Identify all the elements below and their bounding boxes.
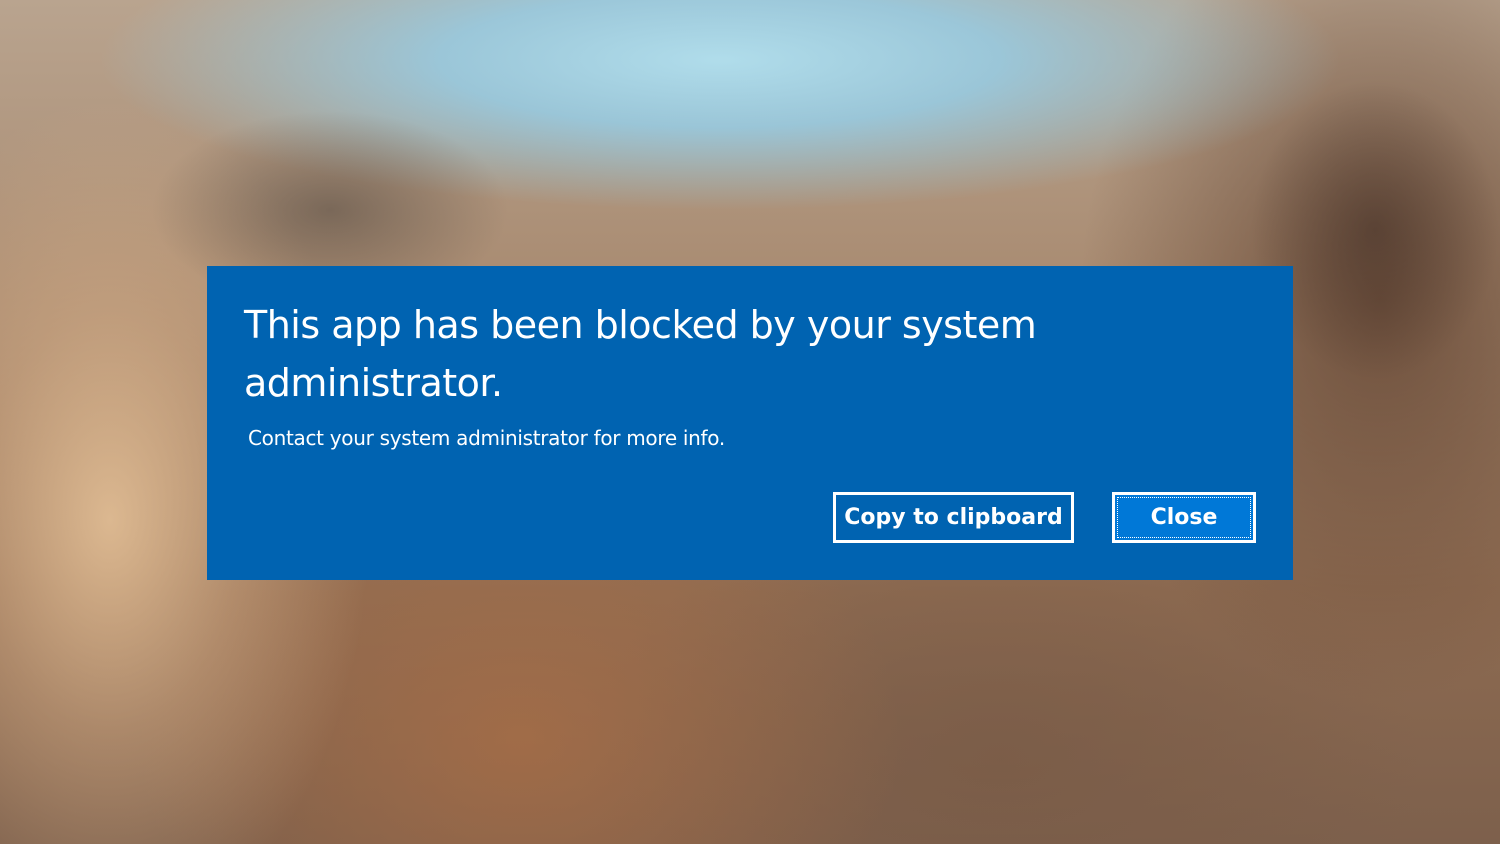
dialog-message: Contact your system administrator for mo…	[248, 426, 725, 450]
copy-to-clipboard-label: Copy to clipboard	[844, 505, 1063, 530]
dialog-title: This app has been blocked by your system…	[244, 303, 1037, 405]
close-button[interactable]: Close	[1112, 492, 1256, 543]
close-label: Close	[1150, 505, 1218, 530]
copy-to-clipboard-button[interactable]: Copy to clipboard	[833, 492, 1074, 543]
blocked-app-dialog: This app has been blocked by your system…	[207, 266, 1293, 580]
